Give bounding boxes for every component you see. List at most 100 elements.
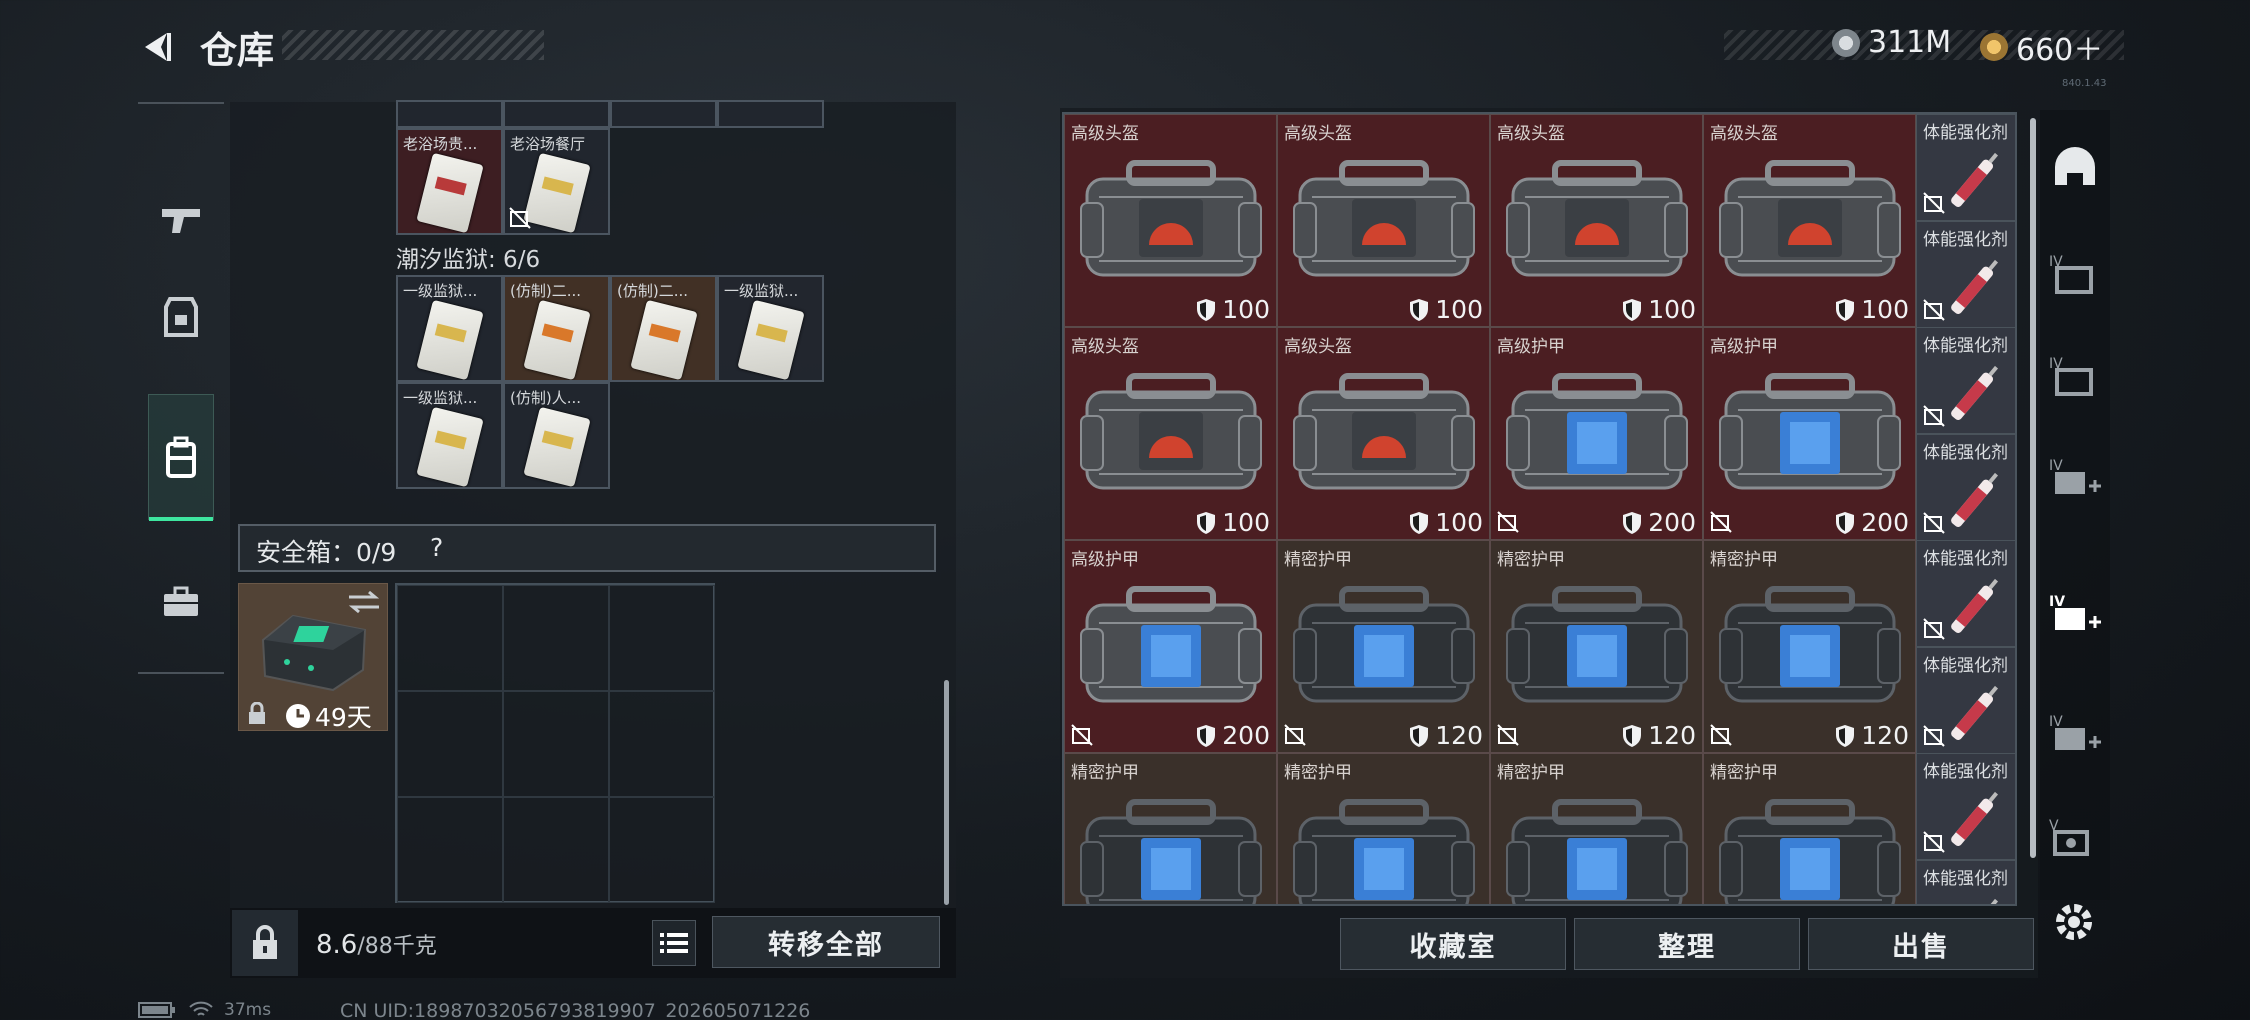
inventory-slot[interactable] (717, 100, 824, 128)
warehouse-item[interactable]: 精密护甲 (1490, 753, 1703, 904)
back-button[interactable] (132, 22, 182, 72)
equipment-tab[interactable] (138, 254, 224, 380)
stim-item[interactable]: 体能强化剂 (1916, 753, 2015, 860)
durability-number: 120 (1435, 721, 1483, 750)
safe-slot[interactable] (609, 691, 715, 797)
shield-icon (1836, 724, 1855, 747)
list-view-button[interactable] (652, 920, 696, 966)
transfer-all-button[interactable]: 转移全部 (712, 916, 940, 968)
item-card-bath-vip[interactable]: 老浴场贵... (396, 128, 503, 235)
item-label: 精密护甲 (1710, 763, 1778, 783)
safe-box-grid[interactable] (395, 583, 715, 903)
stim-item[interactable]: 体能强化剂 (1916, 859, 2015, 904)
currency-tickets[interactable]: 660＋ (1980, 25, 2103, 69)
filter-armor-4[interactable]: IV (2040, 226, 2110, 322)
filter-medkit-4[interactable]: IV (2040, 430, 2110, 526)
durability-value: 100 (1196, 295, 1270, 324)
warehouse-item[interactable]: 高级头盔 100 (1277, 114, 1490, 327)
inventory-slot[interactable] (610, 100, 717, 128)
inventory-slot[interactable] (503, 100, 610, 128)
item-label: 精密护甲 (1497, 550, 1565, 570)
help-button[interactable]: ? (430, 533, 443, 562)
warehouse-item[interactable]: 精密护甲 (1277, 753, 1490, 904)
item-label: 体能强化剂 (1923, 762, 2008, 782)
safe-slot[interactable] (503, 797, 609, 903)
stim-item[interactable]: 体能强化剂 (1916, 646, 2015, 754)
no-trade-icon (1710, 511, 1732, 533)
lock-icon (249, 702, 265, 724)
filter-medkit-4-active[interactable]: IV (2040, 566, 2110, 662)
battery-icon (138, 1002, 175, 1018)
safe-box-item[interactable]: 49天 (238, 583, 388, 732)
item-card-prison[interactable]: 一级监狱... (396, 275, 503, 382)
filter-medkit-4b[interactable]: IV (2040, 686, 2110, 782)
warehouse-tab[interactable] (148, 394, 214, 521)
lock-icon (253, 925, 277, 959)
item-card-bath-restaurant[interactable]: 老浴场餐厅 (503, 128, 610, 235)
warehouse-item[interactable]: 高级头盔 100 (1064, 327, 1277, 540)
safe-slot[interactable] (397, 797, 503, 903)
safe-slot[interactable] (609, 585, 715, 691)
lock-button[interactable] (232, 910, 298, 976)
right-scrollbar[interactable] (2030, 118, 2036, 858)
warehouse-item[interactable]: 精密护甲 (1064, 753, 1277, 904)
item-label: 高级护甲 (1071, 550, 1139, 570)
backpack-icon (166, 436, 196, 478)
sort-button[interactable]: 整理 (1574, 918, 1800, 970)
wifi-icon (189, 1001, 213, 1016)
item-card-prison[interactable]: 一级监狱... (396, 382, 503, 489)
safe-slot[interactable] (397, 585, 503, 691)
safe-slot[interactable] (397, 691, 503, 797)
shield-icon (1836, 298, 1855, 321)
filter-helmet[interactable] (2040, 120, 2110, 216)
warehouse-item[interactable]: 高级头盔 100 (1703, 114, 1916, 327)
armor-bag-icon (1080, 799, 1262, 904)
stim-item[interactable]: 体能强化剂 (1916, 433, 2015, 541)
settings-gear-icon[interactable] (2050, 898, 2098, 946)
stim-item[interactable]: 体能强化剂 (1916, 220, 2015, 328)
item-card-prison[interactable]: (仿制)人... (503, 382, 610, 489)
sell-button[interactable]: 出售 (1808, 918, 2034, 970)
item-label: (仿制)人... (510, 389, 582, 407)
safe-slot[interactable] (609, 797, 715, 903)
helmet-bag-icon (1080, 373, 1262, 490)
warehouse-item[interactable]: 精密护甲 120 (1703, 540, 1916, 753)
warehouse-item[interactable]: 精密护甲 120 (1277, 540, 1490, 753)
warehouse-item[interactable]: 高级护甲 200 (1064, 540, 1277, 753)
safe-slot[interactable] (503, 585, 609, 691)
warehouse-item[interactable]: 高级头盔 100 (1277, 327, 1490, 540)
armor-level-icon: IV (2049, 356, 2093, 396)
briefcase-tab[interactable] (138, 539, 224, 665)
warehouse-item[interactable]: 精密护甲 (1703, 753, 1916, 904)
warehouse-item[interactable]: 高级护甲 200 (1703, 327, 1916, 540)
stim-item[interactable]: 体能强化剂 (1916, 114, 2015, 221)
collection-room-button[interactable]: 收藏室 (1340, 918, 1566, 970)
warehouse-item[interactable]: 高级头盔 100 (1064, 114, 1277, 327)
left-scrollbar[interactable] (944, 680, 949, 905)
shield-icon (1623, 724, 1642, 747)
item-card-prison[interactable]: (仿制)二... (610, 275, 717, 382)
armor-bag-icon (1293, 586, 1475, 703)
filter-vehicle-5[interactable]: V (2040, 790, 2110, 886)
safe-slot[interactable] (503, 691, 609, 797)
warehouse-item[interactable]: 精密护甲 120 (1490, 540, 1703, 753)
warehouse-item[interactable]: 高级头盔 100 (1490, 114, 1703, 327)
item-label: 一级监狱... (403, 389, 478, 407)
armor-bag-icon (1506, 586, 1688, 703)
no-trade-icon (1497, 724, 1519, 746)
filter-armor-4b[interactable]: IV (2040, 328, 2110, 424)
item-card-prison[interactable]: (仿制)二... (503, 275, 610, 382)
keycard-icon (416, 406, 484, 487)
keycard-icon (523, 299, 591, 380)
stim-item[interactable]: 体能强化剂 (1916, 327, 2015, 434)
shield-icon (1836, 511, 1855, 534)
durability-number: 120 (1648, 721, 1696, 750)
item-card-prison[interactable]: 一级监狱... (717, 275, 824, 382)
vest-icon (164, 297, 198, 337)
inventory-slot[interactable] (396, 100, 503, 128)
warehouse-item[interactable]: 高级护甲 200 (1490, 327, 1703, 540)
warehouse-grid[interactable]: 高级头盔 100 高级头盔 100 高级头盔 100 高级头盔 100 高级头盔 100 高级头盔 1… (1062, 112, 2017, 906)
currency-coins[interactable]: 311M (1832, 25, 1951, 60)
stim-item[interactable]: 体能强化剂 (1916, 540, 2015, 647)
syringe-icon (1951, 685, 1999, 740)
